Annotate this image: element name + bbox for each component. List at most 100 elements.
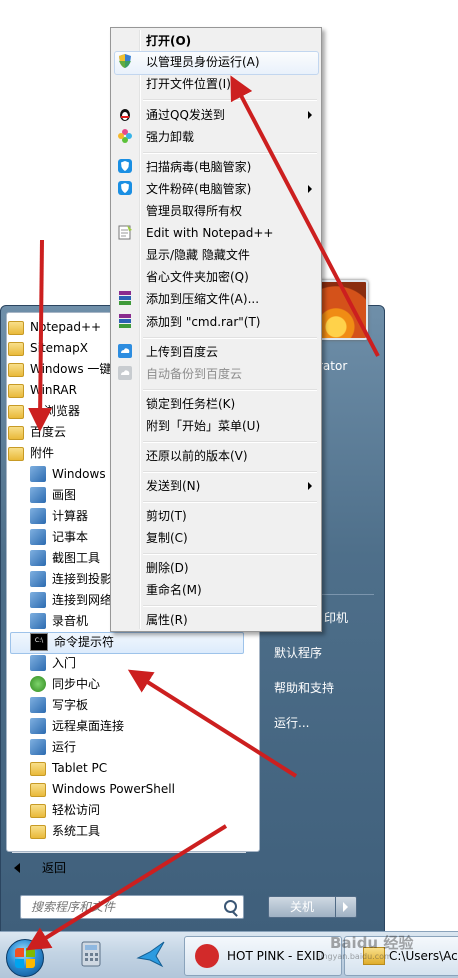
getting-started-icon [30, 655, 46, 671]
program-notepad[interactable]: 记事本 [30, 527, 88, 547]
menu-item-send-via-qq[interactable]: 通过QQ发送到 [146, 105, 225, 125]
start-button[interactable] [6, 939, 44, 977]
menu-item-toggle-hidden[interactable]: 显示/隐藏 隐藏文件 [146, 245, 250, 265]
menu-item-edit-notepadpp[interactable]: Edit with Notepad++ [146, 223, 273, 243]
uac-shield-icon [119, 54, 131, 68]
menu-item-file-shred[interactable]: 文件粉碎(电脑管家) [146, 179, 251, 199]
menu-item-add-to-cmd-rar[interactable]: 添加到 "cmd.rar"(T) [146, 312, 261, 332]
windows-logo-icon-part [15, 959, 24, 968]
menu-item-pin-start[interactable]: 附到「开始」菜单(U) [146, 416, 260, 436]
program-snipping-tool[interactable]: 截图工具 [30, 548, 100, 568]
qq-penguin-icon [120, 109, 130, 121]
menu-item-add-to-archive[interactable]: 添加到压缩文件(A)... [146, 289, 259, 309]
folder-icon [30, 804, 46, 818]
menu-item-upload-baidu[interactable]: 上传到百度云 [146, 342, 218, 362]
search-input[interactable] [21, 896, 227, 918]
program-folder-accessories[interactable]: 附件 [8, 443, 54, 463]
program-folder-browser[interactable]: 浏览器 [8, 401, 80, 421]
menu-item-restore-versions[interactable]: 还原以前的版本(V) [146, 446, 248, 466]
program-windows[interactable]: Windows [30, 464, 106, 484]
wordpad-icon [30, 697, 46, 713]
windows-logo-icon [15, 948, 24, 957]
baidu-cloud-icon [118, 366, 132, 380]
winrar-icon [119, 291, 131, 305]
right-item-printers[interactable]: 印机 [324, 609, 348, 626]
menu-item-take-ownership[interactable]: 管理员取得所有权 [146, 201, 242, 221]
folder-icon [8, 363, 24, 377]
taskbar-bird-app-button[interactable] [134, 936, 168, 974]
baidu-cloud-icon [118, 344, 132, 358]
menu-item-rename[interactable]: 重命名(M) [146, 580, 202, 600]
menu-item-pin-taskbar[interactable]: 锁定到任务栏(K) [146, 394, 235, 414]
menu-item-open-file-location[interactable]: 打开文件位置(I) [146, 74, 231, 94]
projector-icon [30, 571, 46, 587]
menu-separator [143, 553, 317, 555]
program-folder-system-tools[interactable]: 系统工具 [30, 821, 100, 841]
program-calculator[interactable]: 计算器 [30, 506, 88, 526]
menu-item-run-as-admin[interactable]: 以管理员身份运行(A) [146, 52, 260, 72]
folder-icon [8, 321, 24, 335]
program-sync-center[interactable]: 同步中心 [30, 674, 100, 694]
menu-separator [143, 441, 317, 443]
program-folder-tablet-pc[interactable]: Tablet PC [30, 758, 107, 778]
pc-manager-shield-icon [118, 159, 132, 173]
program-folder-baiduyun[interactable]: 百度云 [8, 422, 66, 442]
program-folder-notepadpp[interactable]: Notepad++ [8, 317, 101, 337]
menu-item-send-to[interactable]: 发送到(N) [146, 476, 200, 496]
program-folder-ease-of-access[interactable]: 轻松访问 [30, 800, 100, 820]
shutdown-options-button[interactable] [335, 896, 357, 918]
windows-logo-icon-part [26, 959, 35, 968]
program-folder-powershell[interactable]: Windows PowerShell [30, 779, 175, 799]
menu-item-open[interactable]: 打开(O) [146, 31, 191, 51]
username-label[interactable]: rator [318, 359, 347, 373]
program-getting-started[interactable]: 入门 [30, 653, 76, 673]
windows-logo-icon-part [26, 948, 35, 957]
menu-item-auto-backup-baidu: 自动备份到百度云 [146, 367, 243, 381]
calculator-icon [81, 941, 101, 967]
taskbar-calculator-button[interactable] [76, 936, 106, 974]
back-arrow-icon [14, 863, 20, 873]
menu-separator [143, 152, 317, 154]
program-paint[interactable]: 画图 [30, 485, 76, 505]
shutdown-button[interactable]: 关机 [268, 896, 336, 918]
menu-item-copy[interactable]: 复制(C) [146, 528, 188, 548]
folder-icon [8, 384, 24, 398]
pc-manager-shield-icon [118, 181, 132, 195]
program-connect-network[interactable]: 连接到网络 [30, 590, 112, 610]
back-button[interactable]: 返回 [14, 858, 66, 878]
program-remote-desktop[interactable]: 远程桌面连接 [30, 716, 124, 736]
menu-item-force-uninstall[interactable]: 强力卸载 [146, 127, 194, 147]
menu-item-delete[interactable]: 删除(D) [146, 558, 189, 578]
folder-icon [8, 426, 24, 440]
submenu-arrow-icon [308, 111, 312, 119]
program-wordpad[interactable]: 写字板 [30, 695, 88, 715]
run-icon [30, 739, 46, 755]
program-folder-winrar[interactable]: WinRAR [8, 380, 77, 400]
paint-icon [30, 487, 46, 503]
app-icon [30, 466, 46, 482]
program-connect-projector[interactable]: 连接到投影 [30, 569, 112, 589]
menu-item-folder-encrypt[interactable]: 省心文件夹加密(Q) [146, 267, 249, 287]
right-item-run[interactable]: 运行... [274, 714, 309, 731]
menu-item-cut[interactable]: 剪切(T) [146, 506, 187, 526]
search-box[interactable] [20, 895, 244, 919]
program-command-prompt[interactable]: C:\ 命令提示符 [30, 632, 114, 652]
program-sound-recorder[interactable]: 录音机 [30, 611, 88, 631]
program-run[interactable]: 运行 [30, 737, 76, 757]
bird-icon [136, 941, 165, 968]
watermark: Baidu 经验 [330, 934, 414, 952]
right-item-default-programs[interactable]: 默认程序 [274, 644, 322, 661]
search-icon[interactable] [224, 900, 237, 913]
menu-item-properties[interactable]: 属性(R) [146, 610, 188, 630]
menu-item-scan-virus[interactable]: 扫描病毒(电脑管家) [146, 157, 251, 177]
folder-icon [30, 762, 46, 776]
divider [12, 852, 246, 853]
calculator-icon [30, 508, 46, 524]
remote-desktop-icon [30, 718, 46, 734]
right-item-help-support[interactable]: 帮助和支持 [274, 679, 334, 696]
program-folder-windows-onekey[interactable]: Windows 一键 [8, 359, 111, 379]
folder-icon [30, 783, 46, 797]
folder-icon [8, 342, 24, 356]
notepadpp-icon [118, 225, 132, 240]
program-folder-sitemapx[interactable]: SitemapX [8, 338, 88, 358]
